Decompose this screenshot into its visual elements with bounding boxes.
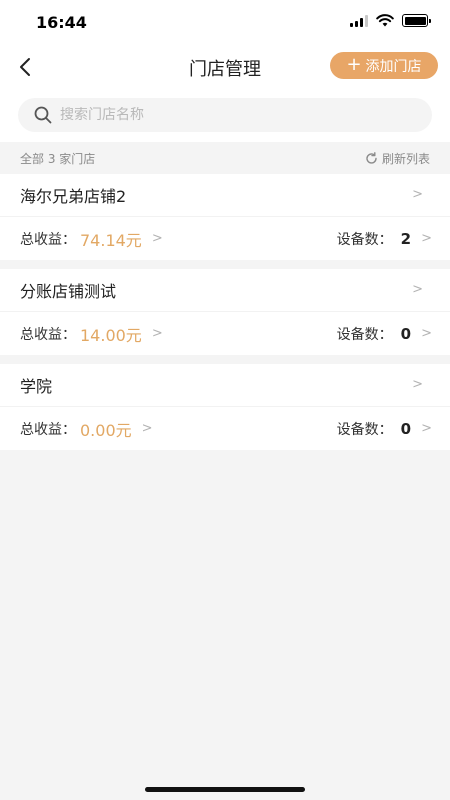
devices-link[interactable]: 设备数： 0 > <box>337 419 432 439</box>
store-card[interactable]: 海尔兄弟店铺2 > 总收益： 74.14元 > 设备数： 2 > <box>0 174 450 260</box>
income-value: 0.00元 <box>80 420 132 440</box>
store-header[interactable]: 海尔兄弟店铺2 > <box>0 174 450 217</box>
income-label: 总收益： <box>20 231 76 248</box>
store-header[interactable]: 学院 > <box>0 364 450 407</box>
wifi-icon <box>376 14 394 27</box>
store-card[interactable]: 学院 > 总收益： 0.00元 > 设备数： 0 > <box>0 364 450 450</box>
store-stats: 总收益： 74.14元 > 设备数： 2 > <box>0 217 450 260</box>
home-indicator <box>145 787 305 792</box>
battery-icon <box>402 14 431 27</box>
chevron-right-icon: > <box>151 326 163 341</box>
income-label: 总收益： <box>20 326 76 343</box>
chevron-right-icon: > <box>141 421 153 436</box>
store-stats: 总收益： 14.00元 > 设备数： 0 > <box>0 312 450 355</box>
income-link[interactable]: 总收益： 74.14元 > <box>20 227 163 251</box>
nav-bar: 门店管理 + 添加门店 <box>0 44 450 90</box>
search-icon <box>34 106 52 124</box>
device-count: 2 <box>400 229 412 248</box>
search-box[interactable] <box>18 98 432 132</box>
screen: 16:44 门店管理 + 添加门店 搜索门店名称 全部 3 家门店 刷新列表 海… <box>0 0 450 800</box>
store-name: 海尔兄弟店铺2 <box>20 187 127 206</box>
refresh-icon <box>366 151 377 164</box>
add-store-button[interactable]: + 添加门店 <box>330 52 438 79</box>
income-link[interactable]: 总收益： 14.00元 > <box>20 322 163 346</box>
status-time: 16:44 <box>36 13 87 32</box>
signal-icon <box>350 14 368 27</box>
devices-link[interactable]: 设备数： 2 > <box>337 229 432 249</box>
chevron-right-icon: > <box>412 377 423 392</box>
device-count: 0 <box>400 324 412 343</box>
store-stats: 总收益： 0.00元 > 设备数： 0 > <box>0 407 450 450</box>
add-store-label: 添加门店 <box>365 58 422 75</box>
income-value: 74.14元 <box>80 230 142 250</box>
devices-label: 设备数： <box>336 231 393 248</box>
store-count: 全部 3 家门店 <box>20 151 96 166</box>
store-name: 分账店铺测试 <box>20 282 117 301</box>
store-name: 学院 <box>20 377 53 396</box>
income-value: 14.00元 <box>80 325 142 345</box>
chevron-right-icon: > <box>412 282 423 297</box>
search-input[interactable] <box>60 107 380 123</box>
status-icons <box>350 14 431 27</box>
store-list: 海尔兄弟店铺2 > 总收益： 74.14元 > 设备数： 2 > 分账店铺测试 … <box>0 174 450 459</box>
search-area <box>0 90 450 142</box>
refresh-button[interactable]: 刷新列表 <box>365 150 430 167</box>
income-label: 总收益： <box>20 421 76 438</box>
chevron-right-icon: > <box>412 187 423 202</box>
chevron-right-icon: > <box>421 231 432 246</box>
store-card[interactable]: 分账店铺测试 > 总收益： 14.00元 > 设备数： 0 > <box>0 269 450 355</box>
chevron-right-icon: > <box>421 421 432 436</box>
chevron-right-icon: > <box>421 326 432 341</box>
plus-icon: + <box>346 53 362 75</box>
device-count: 0 <box>400 419 412 438</box>
summary-row: 全部 3 家门店 刷新列表 <box>0 142 450 174</box>
devices-link[interactable]: 设备数： 0 > <box>337 324 432 344</box>
status-bar: 16:44 <box>0 0 450 44</box>
store-header[interactable]: 分账店铺测试 > <box>0 269 450 312</box>
income-link[interactable]: 总收益： 0.00元 > <box>20 417 153 441</box>
devices-label: 设备数： <box>336 326 393 343</box>
chevron-right-icon: > <box>151 231 163 246</box>
devices-label: 设备数： <box>336 421 393 438</box>
refresh-label: 刷新列表 <box>381 151 430 166</box>
